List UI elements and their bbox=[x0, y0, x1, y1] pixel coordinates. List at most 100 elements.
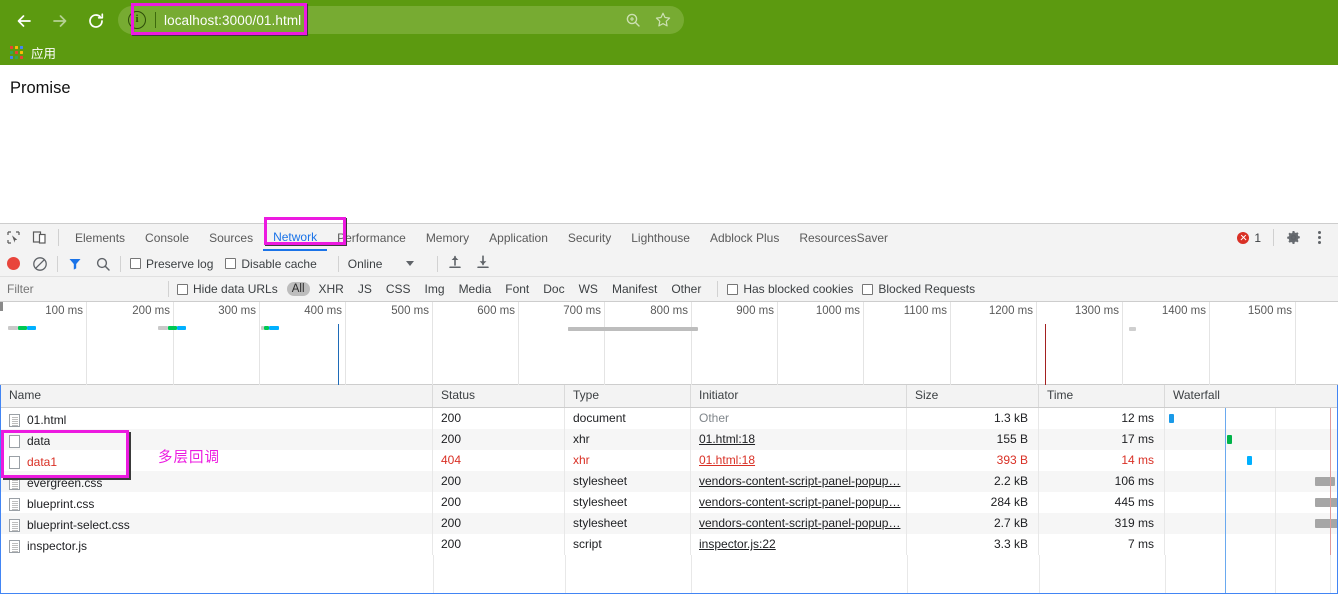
initiator-link[interactable]: vendors-content-script-panel-popup… bbox=[699, 474, 900, 488]
column-header-initiator[interactable]: Initiator bbox=[691, 385, 907, 407]
search-icon[interactable] bbox=[95, 256, 111, 272]
column-header-name[interactable]: Name bbox=[1, 385, 433, 407]
chevron-down-icon[interactable] bbox=[406, 261, 415, 266]
cell-name[interactable]: data1 bbox=[1, 450, 433, 471]
cell-name[interactable]: blueprint.css bbox=[1, 492, 433, 513]
type-filter-other[interactable]: Other bbox=[664, 282, 708, 296]
address-bar-url[interactable]: localhost:3000/01.html bbox=[164, 13, 624, 28]
type-filter-doc[interactable]: Doc bbox=[536, 282, 571, 296]
tab-security[interactable]: Security bbox=[558, 225, 621, 251]
record-stop-icon[interactable] bbox=[7, 257, 20, 270]
table-row[interactable]: inspector.js 200 script inspector.js:22 3.3 … bbox=[1, 534, 1337, 555]
column-header-status[interactable]: Status bbox=[433, 385, 565, 407]
type-filter-manifest[interactable]: Manifest bbox=[605, 282, 664, 296]
request-name: blueprint.css bbox=[27, 497, 95, 511]
initiator-link[interactable]: 01.html:18 bbox=[699, 453, 755, 467]
address-bar[interactable]: i localhost:3000/01.html bbox=[118, 6, 684, 34]
initiator-link[interactable]: vendors-content-script-panel-popup… bbox=[699, 516, 900, 530]
type-filter-js[interactable]: JS bbox=[351, 282, 379, 296]
network-toolbar: Preserve log Disable cache Online bbox=[0, 251, 1338, 277]
overview-tick: 600 ms bbox=[477, 302, 519, 385]
overview-tick-label: 1000 ms bbox=[815, 305, 860, 317]
checkbox-box bbox=[727, 283, 739, 295]
cell-name[interactable]: data bbox=[1, 429, 433, 450]
table-row[interactable]: evergreen.css 200 stylesheet vendors-conten… bbox=[1, 471, 1337, 492]
document-file-icon bbox=[9, 413, 20, 427]
kebab-menu-icon[interactable] bbox=[1306, 225, 1332, 251]
tab-elements[interactable]: Elements bbox=[65, 225, 135, 251]
page-title: Promise bbox=[10, 79, 71, 97]
clear-icon[interactable] bbox=[32, 256, 48, 272]
tab-network[interactable]: Network bbox=[263, 224, 328, 251]
blocked-requests-checkbox[interactable]: Blocked Requests bbox=[862, 282, 975, 296]
tab-resources-saver[interactable]: ResourcesSaver bbox=[789, 225, 898, 251]
import-har-icon[interactable] bbox=[447, 254, 475, 273]
initiator-link[interactable]: vendors-content-script-panel-popup… bbox=[699, 495, 900, 509]
cell-name[interactable]: blueprint-select.css bbox=[1, 513, 433, 534]
table-row[interactable]: data 200 xhr 01.html:18 155 B 17 ms bbox=[1, 429, 1337, 450]
hide-data-urls-checkbox[interactable]: Hide data URLs bbox=[177, 282, 278, 296]
cell-time: 17 ms bbox=[1039, 429, 1165, 450]
page-info-icon[interactable]: i bbox=[128, 11, 146, 29]
waterfall-gridline bbox=[1330, 555, 1331, 593]
network-overview-timeline[interactable]: 100 ms 200 ms 300 ms 400 ms 500 ms 600 ms 700 … bbox=[0, 302, 1338, 386]
table-row[interactable]: 01.html 200 document Other 1.3 kB 12 ms bbox=[1, 408, 1337, 429]
table-row[interactable]: blueprint-select.css 200 stylesheet vendors… bbox=[1, 513, 1337, 534]
cell-name[interactable]: inspector.js bbox=[1, 534, 433, 555]
tab-adblock-plus[interactable]: Adblock Plus bbox=[700, 225, 789, 251]
column-header-size[interactable]: Size bbox=[907, 385, 1039, 407]
cell-name[interactable]: evergreen.css bbox=[1, 471, 433, 492]
has-blocked-cookies-checkbox[interactable]: Has blocked cookies bbox=[727, 282, 853, 296]
star-icon[interactable] bbox=[654, 11, 672, 29]
filter-input[interactable] bbox=[0, 276, 168, 302]
gear-icon[interactable] bbox=[1280, 225, 1306, 251]
reload-icon[interactable] bbox=[80, 5, 112, 37]
cell-initiator: 01.html:18 bbox=[691, 429, 907, 450]
tab-memory[interactable]: Memory bbox=[416, 225, 479, 251]
initiator-link[interactable]: inspector.js:22 bbox=[699, 537, 776, 551]
tab-lighthouse[interactable]: Lighthouse bbox=[621, 225, 700, 251]
cell-status: 200 bbox=[433, 429, 565, 450]
type-filter-css[interactable]: CSS bbox=[379, 282, 418, 296]
type-filter-media[interactable]: Media bbox=[452, 282, 499, 296]
back-arrow-icon[interactable] bbox=[8, 5, 40, 37]
bookmark-apps-label: 应用 bbox=[31, 46, 57, 61]
zoom-icon[interactable] bbox=[624, 11, 642, 29]
waterfall-gridline bbox=[1275, 555, 1276, 593]
tab-application[interactable]: Application bbox=[479, 225, 558, 251]
column-header-time[interactable]: Time bbox=[1039, 385, 1165, 407]
browser-chrome: i localhost:3000/01.html 应用 bbox=[0, 0, 1338, 65]
script-file-icon bbox=[9, 539, 20, 553]
overview-tick-label: 300 ms bbox=[218, 305, 256, 317]
error-count-badge[interactable]: 1 bbox=[1237, 231, 1261, 245]
initiator-link[interactable]: 01.html:18 bbox=[699, 432, 755, 446]
tab-performance[interactable]: Performance bbox=[327, 225, 416, 251]
overview-tick: 300 ms bbox=[218, 302, 260, 385]
disable-cache-checkbox[interactable]: Disable cache bbox=[225, 257, 317, 271]
toolbar-divider-4 bbox=[437, 255, 439, 272]
device-toolbar-icon[interactable] bbox=[26, 225, 52, 251]
tab-sources[interactable]: Sources bbox=[199, 225, 263, 251]
type-filter-img[interactable]: Img bbox=[418, 282, 452, 296]
column-header-type[interactable]: Type bbox=[565, 385, 691, 407]
cell-waterfall bbox=[1165, 492, 1337, 513]
waterfall-load-marker bbox=[1330, 408, 1332, 429]
cell-name[interactable]: 01.html bbox=[1, 408, 433, 429]
export-har-icon[interactable] bbox=[475, 254, 503, 273]
type-filter-all[interactable]: All bbox=[286, 282, 310, 296]
throttling-select[interactable]: Online bbox=[348, 257, 383, 271]
table-row[interactable]: data1 404 xhr 01.html:18 393 B 14 ms bbox=[1, 450, 1337, 471]
bookmark-item-apps[interactable]: 应用 bbox=[10, 42, 56, 62]
type-filter-ws[interactable]: WS bbox=[572, 282, 605, 296]
type-filter-xhr[interactable]: XHR bbox=[312, 282, 351, 296]
cell-waterfall bbox=[1165, 429, 1337, 450]
filter-icon[interactable] bbox=[67, 256, 83, 272]
preserve-log-label: Preserve log bbox=[146, 256, 214, 271]
forward-arrow-icon[interactable] bbox=[44, 5, 76, 37]
preserve-log-checkbox[interactable]: Preserve log bbox=[130, 257, 213, 271]
type-filter-font[interactable]: Font bbox=[498, 282, 536, 296]
column-header-waterfall[interactable]: Waterfall bbox=[1165, 385, 1337, 407]
tab-console[interactable]: Console bbox=[135, 225, 199, 251]
inspect-element-icon[interactable] bbox=[0, 225, 26, 251]
table-row[interactable]: blueprint.css 200 stylesheet vendors-conten… bbox=[1, 492, 1337, 513]
